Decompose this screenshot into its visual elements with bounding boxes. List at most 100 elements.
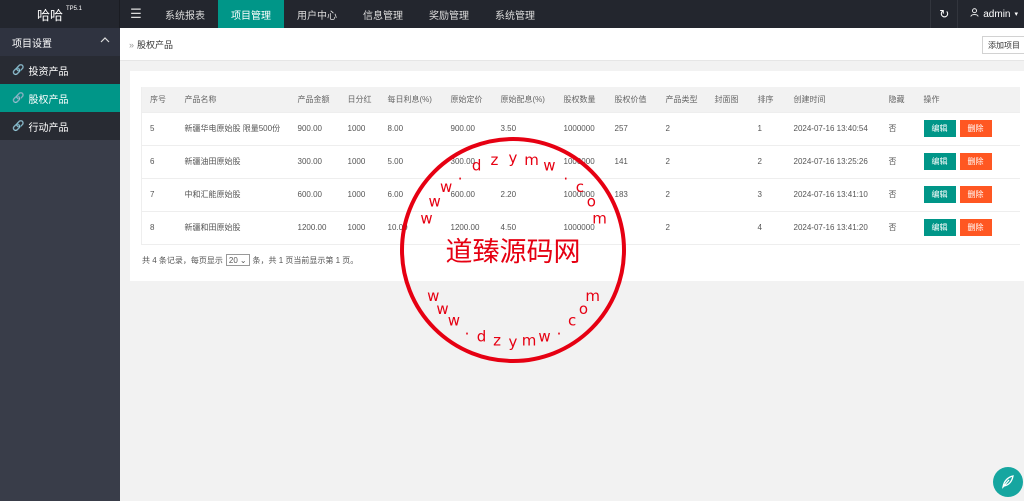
sidebar-item-investment[interactable]: 🔗 投资产品: [0, 56, 120, 84]
user-menu[interactable]: admin ▾: [958, 8, 1024, 20]
table-cell: 2: [657, 211, 707, 245]
breadcrumb-separator: »: [129, 39, 135, 50]
table-cell: 1000000: [555, 178, 607, 212]
sidebar-item-equity[interactable]: 🔗 股权产品: [0, 84, 120, 112]
table-cell: 183: [606, 178, 658, 212]
edit-button[interactable]: 编辑: [923, 153, 956, 170]
table-row: 6 新疆油田原始股 300.00 1000 5.00 300.00 1000000 141 2 2…: [141, 145, 1020, 179]
link-icon: 🔗: [12, 120, 25, 132]
table-cell: 1000: [339, 112, 380, 146]
delete-button[interactable]: 删除: [959, 219, 992, 236]
menu-icon[interactable]: ☰: [120, 0, 152, 28]
brand-logo[interactable]: 哈哈 TP5.1: [0, 0, 120, 28]
actions-cell: 编辑 删除: [915, 112, 1020, 146]
user-icon: [970, 8, 979, 20]
col-header: 隐藏: [880, 87, 916, 113]
table-cell: 7: [141, 178, 177, 212]
brand-name: 哈哈: [36, 7, 63, 23]
table-cell: 1000000: [555, 145, 607, 179]
nav-item-users[interactable]: 用户中心: [284, 0, 350, 28]
nav-item-rewards[interactable]: 奖励管理: [416, 0, 482, 28]
sidebar-item-label: 投资产品: [28, 66, 69, 78]
col-header: 产品名称: [176, 87, 290, 113]
table-cell: 1000000: [555, 112, 607, 146]
table-panel: 序号 产品名称 产品金额 日分红 每日利息(%) 原始定价 原始配息(%) 股权…: [130, 71, 1024, 281]
table-cell: 1000: [339, 145, 380, 179]
actions-cell: 编辑 删除: [915, 178, 1020, 212]
table-cell: 否: [880, 178, 916, 212]
table-cell: 否: [880, 211, 916, 245]
table-cell: 6.00: [379, 178, 443, 212]
col-header: 股权价值: [606, 87, 658, 113]
feather-icon[interactable]: [993, 467, 1023, 497]
delete-button[interactable]: 删除: [959, 153, 992, 170]
nav-item-reports[interactable]: 系统报表: [152, 0, 218, 28]
edit-button[interactable]: 编辑: [923, 186, 956, 203]
delete-button[interactable]: 删除: [959, 120, 992, 137]
breadcrumb-current[interactable]: 股权产品: [137, 40, 173, 50]
table-cell: [492, 145, 556, 179]
main-content: » 股权产品 添加项目 序号 产品名称 产品金额 日分红 每日利息(%) 原始定价…: [120, 28, 1024, 501]
table-cell: 300.00: [442, 145, 493, 179]
table-cell: 600.00: [442, 178, 493, 212]
table-cell: 300.00: [289, 145, 340, 179]
col-header: 每日利息(%): [379, 87, 443, 113]
sidebar-item-label: 股权产品: [28, 94, 69, 106]
table-cell: 2024-07-16 13:41:20: [785, 211, 881, 245]
nav-item-info[interactable]: 信息管理: [350, 0, 416, 28]
col-header: 原始配息(%): [492, 87, 556, 113]
edit-button[interactable]: 编辑: [923, 120, 956, 137]
table-cell: [706, 211, 750, 245]
add-project-button[interactable]: 添加项目: [982, 36, 1024, 54]
table-cell: 10.00: [379, 211, 443, 245]
table-row: 8 新疆和田原始股 1200.00 1000 10.00 1200.00 4.50 10000…: [141, 211, 1020, 245]
page-size-select[interactable]: 20 ⌄: [225, 254, 250, 266]
delete-button[interactable]: 删除: [959, 186, 992, 203]
table-cell: 600.00: [289, 178, 340, 212]
table-row: 7 中和汇能原始股 600.00 1000 6.00 600.00 2.20 1000000 1…: [141, 178, 1020, 212]
table-cell: 2024-07-16 13:40:54: [785, 112, 881, 146]
sidebar-group-project-settings[interactable]: 项目设置: [0, 28, 120, 56]
caret-down-icon: ▾: [1014, 11, 1018, 18]
col-header: 日分红: [339, 87, 380, 113]
table-cell: 新疆华电原始股 限量500份: [176, 112, 290, 146]
table-cell: 1: [749, 112, 786, 146]
sidebar-item-action[interactable]: 🔗 行动产品: [0, 112, 120, 140]
table-cell: 4.50: [492, 211, 556, 245]
col-header: 原始定价: [442, 87, 493, 113]
table-cell: [706, 145, 750, 179]
sidebar-item-label: 行动产品: [28, 122, 69, 134]
table-cell: 中和汇能原始股: [176, 178, 290, 212]
refresh-icon[interactable]: ↻: [930, 0, 959, 28]
top-header: 哈哈 TP5.1 ☰ 系统报表 项目管理 用户中心 信息管理 奖励管理 系统管理 …: [0, 0, 1024, 28]
table-cell: 2: [657, 145, 707, 179]
table-cell: 2: [749, 145, 786, 179]
link-icon: 🔗: [12, 64, 25, 76]
nav-item-projects[interactable]: 项目管理: [218, 0, 284, 28]
table-cell: 2.20: [492, 178, 556, 212]
table-cell: 257: [606, 112, 658, 146]
table-cell: 5: [141, 112, 177, 146]
table-cell: 1000000: [555, 211, 607, 245]
table-cell: 3.50: [492, 112, 556, 146]
pager-text-after: 条，共 1 页当前显示第 1 页。: [252, 255, 359, 265]
col-header: 产品类型: [657, 87, 707, 113]
chevron-up-icon: [100, 35, 110, 47]
table-cell: 否: [880, 112, 916, 146]
sidebar-group-label: 项目设置: [12, 38, 52, 50]
table-cell: 否: [880, 145, 916, 179]
edit-button[interactable]: 编辑: [923, 219, 956, 236]
actions-cell: 编辑 删除: [915, 145, 1020, 179]
table-cell: 8: [141, 211, 177, 245]
col-header: 序号: [141, 87, 177, 113]
nav-item-system[interactable]: 系统管理: [482, 0, 548, 28]
table-cell: [706, 178, 750, 212]
link-icon: 🔗: [12, 92, 25, 104]
table-cell: 1000: [339, 211, 380, 245]
top-nav: 系统报表 项目管理 用户中心 信息管理 奖励管理 系统管理: [152, 0, 548, 28]
col-header: 封面图: [706, 87, 750, 113]
table-header-row: 序号 产品名称 产品金额 日分红 每日利息(%) 原始定价 原始配息(%) 股权…: [141, 87, 1020, 113]
table-row: 5 新疆华电原始股 限量500份 900.00 1000 8.00 900.00 3.50 1…: [141, 112, 1020, 146]
table-cell: 1000: [339, 178, 380, 212]
table-cell: 2024-07-16 13:41:10: [785, 178, 881, 212]
